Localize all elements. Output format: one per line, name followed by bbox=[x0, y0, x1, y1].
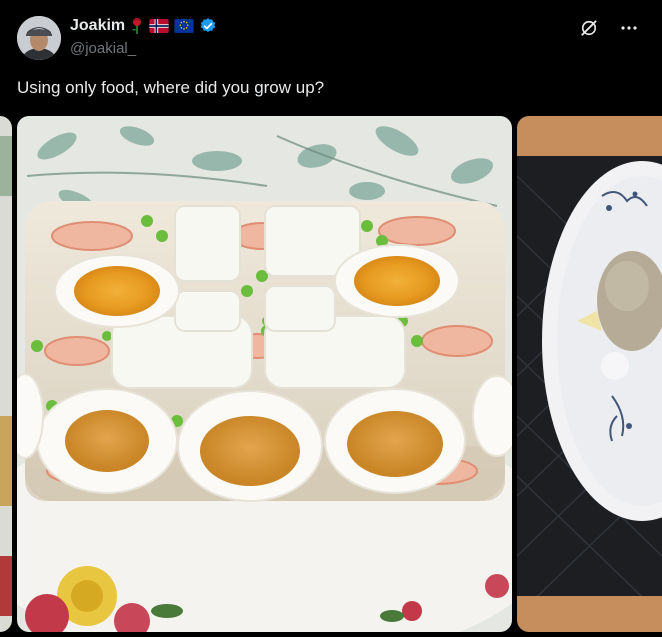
header-actions bbox=[578, 17, 640, 39]
norway-flag-icon bbox=[149, 19, 169, 33]
next-photo[interactable] bbox=[517, 116, 662, 632]
verified-icon[interactable] bbox=[199, 17, 217, 35]
food-photo[interactable] bbox=[17, 116, 512, 632]
previous-photo[interactable] bbox=[0, 116, 12, 632]
display-name[interactable]: Joakim bbox=[70, 17, 125, 35]
rose-icon bbox=[130, 17, 144, 35]
tweet-text: Using only food, where did you grow up? bbox=[17, 78, 325, 97]
more-icon[interactable] bbox=[618, 17, 640, 39]
grok-icon[interactable] bbox=[578, 17, 600, 39]
eu-flag-icon bbox=[174, 19, 194, 33]
media-carousel[interactable] bbox=[0, 116, 662, 632]
avatar[interactable] bbox=[17, 16, 61, 60]
author-name-row: Joakim bbox=[70, 17, 217, 35]
author-handle[interactable]: @joakial_ bbox=[70, 40, 136, 57]
